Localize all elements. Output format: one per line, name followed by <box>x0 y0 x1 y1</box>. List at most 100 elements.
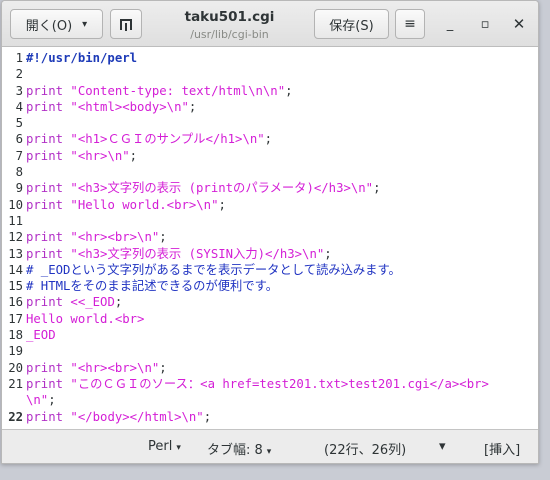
maximize-icon[interactable]: ▫ <box>475 14 495 34</box>
new-tab-button[interactable] <box>110 9 142 39</box>
code-token: ; <box>48 393 56 408</box>
code-line[interactable]: 4 print "<html><body>\n"; <box>2 99 538 115</box>
chevron-down-icon[interactable]: ▾ <box>439 439 446 454</box>
open-button[interactable]: 開く(O) ▾ <box>10 9 103 39</box>
line-number: 15 <box>8 279 23 294</box>
code-token: print <box>26 246 71 261</box>
code-line[interactable]: 17 Hello world.<br> <box>2 311 538 327</box>
code-token: print <box>26 360 71 375</box>
code-token: ; <box>129 148 138 163</box>
close-icon[interactable]: ✕ <box>509 14 529 34</box>
code-line[interactable]: \n"; <box>2 392 538 408</box>
code-line[interactable]: 10 print "Hello world.<br>\n"; <box>2 197 538 213</box>
code-token: "<h3>文字列の表示 (SYSIN入力)</h3>\n" <box>70 246 325 261</box>
code-token: ; <box>159 360 167 375</box>
save-button[interactable]: 保存(S) <box>314 9 389 39</box>
language-selector[interactable]: Perl ▾ <box>148 439 181 454</box>
code-line[interactable]: 16 print <<_EOD; <box>2 294 538 310</box>
header-bar: 開く(O) ▾ taku501.cgi /usr/lib/cgi-bin 保存(… <box>2 1 538 47</box>
hamburger-menu-icon[interactable]: ≡ <box>395 9 425 39</box>
code-line[interactable]: 15 # HTMLをそのまま記述できるのが便利です。 <box>2 278 538 294</box>
line-number: 19 <box>8 344 23 359</box>
code-line[interactable]: 22 print "</body></html>\n"; <box>2 409 538 425</box>
line-number: 16 <box>8 295 23 310</box>
minimize-icon[interactable]: _ <box>440 14 460 34</box>
chevron-down-icon: ▾ <box>82 18 88 30</box>
line-number <box>2 392 26 408</box>
code-text: print "Hello world.<br>\n"; <box>26 197 538 213</box>
line-number: 3 <box>15 83 23 98</box>
code-token: "<h1>ＣＧＩのサンプル</h1>\n" <box>70 132 265 147</box>
code-text: print "Content-type: text/html\n\n"; <box>26 83 538 99</box>
code-token: print <box>26 230 71 245</box>
code-editor[interactable]: 1 #!/usr/bin/perl 2 3 print "Content-type: t… <box>2 48 538 429</box>
code-token: print <box>26 181 71 196</box>
code-line[interactable]: 19 <box>2 343 538 359</box>
status-bar: Perl ▾ タブ幅: 8 ▾ (22行、26列) ▾ [挿入] <box>2 429 538 463</box>
line-number: 22 <box>8 409 23 424</box>
code-text: # HTMLをそのまま記述できるのが便利です。 <box>26 278 538 294</box>
code-text: print "<hr><br>\n"; <box>26 229 538 245</box>
code-text: _EOD <box>26 327 538 343</box>
code-line[interactable]: 12 print "<hr><br>\n"; <box>2 229 538 245</box>
code-line[interactable]: 13 print "<h3>文字列の表示 (SYSIN入力)</h3>\n"; <box>2 246 538 262</box>
code-text: #!/usr/bin/perl <box>26 50 538 66</box>
code-line[interactable]: 11 <box>2 213 538 229</box>
code-line[interactable]: 20 print "<hr><br>\n"; <box>2 360 538 376</box>
code-token: print <box>26 409 71 424</box>
code-token: Hello world.<br> <box>26 311 145 326</box>
code-line[interactable]: 3 print "Content-type: text/html\n\n"; <box>2 83 538 99</box>
code-token: "</body></html>\n" <box>70 409 204 424</box>
code-line[interactable]: 14 # _EODという文字列があるまでを表示データとして読み込みます。 <box>2 262 538 278</box>
code-line[interactable]: 9 print "<h3>文字列の表示 (printのパラメータ)</h3>\n"… <box>2 180 538 196</box>
code-token: print <box>26 197 71 212</box>
code-token: "Hello world.<br>\n" <box>70 197 219 212</box>
code-line[interactable]: 18 _EOD <box>2 327 538 343</box>
code-lines: 1 #!/usr/bin/perl 2 3 print "Content-type: t… <box>2 48 538 425</box>
line-number: 14 <box>8 262 23 277</box>
insert-mode-indicator[interactable]: [挿入] <box>484 439 520 458</box>
line-number: 20 <box>8 360 23 375</box>
tab-width-selector[interactable]: タブ幅: 8 ▾ <box>207 439 271 458</box>
line-number: 18 <box>8 328 23 343</box>
code-text: print "<h3>文字列の表示 (SYSIN入力)</h3>\n"; <box>26 246 538 262</box>
window-subtitle: /usr/lib/cgi-bin <box>190 28 269 41</box>
code-text: Hello world.<br> <box>26 311 538 327</box>
line-number: 17 <box>8 311 23 326</box>
code-token: # _EODという文字列があるまでを表示データとして読み込みます。 <box>26 262 401 277</box>
code-line[interactable]: 5 <box>2 115 538 131</box>
code-text: print "</body></html>\n"; <box>26 409 538 425</box>
code-token: "このＣＧＩのソース：<a href=test201.txt>test201.c… <box>70 376 489 391</box>
code-line[interactable]: 21 print "このＣＧＩのソース：<a href=test201.txt>t… <box>2 376 538 392</box>
code-token: "<h3>文字列の表示 (printのパラメータ)</h3>\n" <box>70 181 374 196</box>
line-number: 8 <box>15 165 23 180</box>
line-number: 13 <box>8 246 23 261</box>
code-token: print <box>26 376 71 391</box>
chevron-down-icon: ▾ <box>266 447 272 457</box>
code-token: ; <box>324 246 332 261</box>
code-token: ; <box>203 409 212 424</box>
line-number: 9 <box>15 181 23 196</box>
code-line[interactable]: 7 print "<hr>\n"; <box>2 148 538 164</box>
line-number: 12 <box>8 230 23 245</box>
code-token: "Content-type: text/html\n\n" <box>70 83 286 98</box>
tab-width-label: タブ幅: 8 <box>207 443 263 458</box>
code-text: \n"; <box>26 392 538 408</box>
code-line[interactable]: 8 <box>2 164 538 180</box>
code-token: print <box>26 99 71 114</box>
code-token: ; <box>264 132 273 147</box>
code-line[interactable]: 1 #!/usr/bin/perl <box>2 50 538 66</box>
window-title: taku501.cgi <box>184 9 275 25</box>
line-number: 1 <box>15 51 23 65</box>
code-line[interactable]: 2 <box>2 66 538 82</box>
cursor-position: (22行、26列) <box>324 443 407 458</box>
code-token: print <box>26 295 71 310</box>
code-text: print <<_EOD; <box>26 294 538 310</box>
code-text: # _EODという文字列があるまでを表示データとして読み込みます。 <box>26 262 538 278</box>
code-line[interactable]: 6 print "<h1>ＣＧＩのサンプル</h1>\n"; <box>2 131 538 147</box>
code-token: ; <box>373 181 381 196</box>
